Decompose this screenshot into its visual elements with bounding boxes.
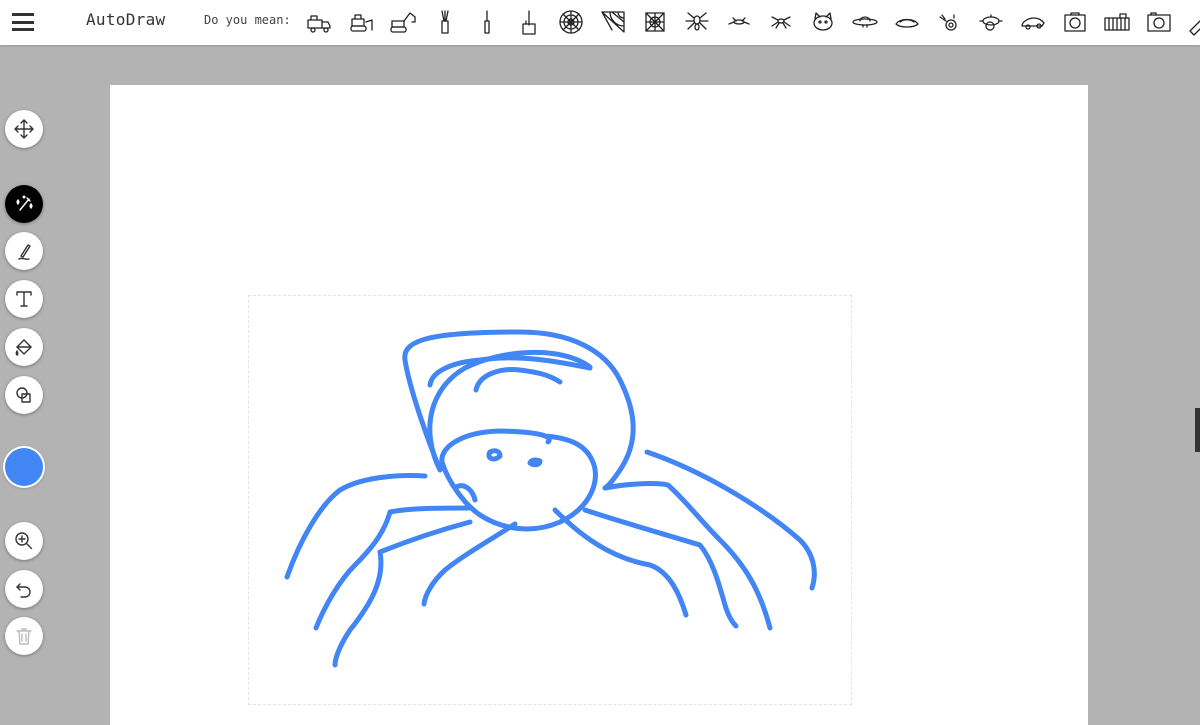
paint-bucket-icon bbox=[15, 339, 32, 356]
move-tool[interactable] bbox=[5, 110, 43, 148]
trash-icon bbox=[16, 628, 32, 645]
spider-web-small-icon[interactable] bbox=[636, 4, 674, 40]
move-icon bbox=[14, 119, 34, 139]
fill-tool[interactable] bbox=[5, 328, 43, 366]
undo-tool[interactable] bbox=[5, 570, 43, 608]
cat-face-icon[interactable] bbox=[804, 4, 842, 40]
camera-vintage-icon[interactable] bbox=[930, 4, 968, 40]
type-tool[interactable] bbox=[5, 280, 43, 318]
scrollbar-handle[interactable] bbox=[1195, 408, 1200, 452]
car-icon[interactable] bbox=[1014, 4, 1052, 40]
zoom-tool[interactable] bbox=[5, 522, 43, 560]
paint-brush-icon[interactable] bbox=[1180, 4, 1200, 40]
camera-icon[interactable] bbox=[1056, 4, 1094, 40]
building-icon[interactable] bbox=[1098, 4, 1136, 40]
cannon-icon[interactable] bbox=[972, 4, 1010, 40]
flying-saucer-icon[interactable] bbox=[846, 4, 884, 40]
spider-small-icon[interactable] bbox=[762, 4, 800, 40]
draw-tool[interactable] bbox=[5, 232, 43, 270]
toy-truck-icon[interactable] bbox=[300, 4, 338, 40]
pen-icon[interactable] bbox=[468, 4, 506, 40]
spider-icon[interactable] bbox=[678, 4, 716, 40]
zoom-in-icon bbox=[15, 532, 33, 550]
hat-icon[interactable] bbox=[888, 4, 926, 40]
top-bar: AutoDraw Do you mean: bbox=[0, 0, 1200, 45]
autodraw-sparkle-icon bbox=[16, 195, 33, 211]
suggestion-label: Do you mean: bbox=[204, 13, 291, 27]
brush-icon[interactable] bbox=[426, 4, 464, 40]
delete-tool[interactable] bbox=[5, 617, 43, 655]
bug-icon[interactable] bbox=[720, 4, 758, 40]
hamburger-menu-icon[interactable] bbox=[12, 11, 34, 33]
bulldozer-icon[interactable] bbox=[342, 4, 380, 40]
app-title: AutoDraw bbox=[86, 10, 166, 29]
autodraw-tool[interactable] bbox=[5, 185, 43, 223]
pencil-icon bbox=[18, 244, 31, 260]
text-icon bbox=[16, 291, 32, 307]
shape-tool[interactable] bbox=[5, 376, 43, 414]
spider-web-icon[interactable] bbox=[552, 4, 590, 40]
selection-box bbox=[248, 295, 852, 705]
shapes-icon bbox=[16, 387, 31, 403]
color-picker-swatch[interactable] bbox=[5, 448, 43, 486]
suggestion-strip bbox=[300, 4, 1200, 40]
photo-camera-icon[interactable] bbox=[1140, 4, 1178, 40]
excavator-icon[interactable] bbox=[384, 4, 422, 40]
tool-icon[interactable] bbox=[510, 4, 548, 40]
spider-web-corner-icon[interactable] bbox=[594, 4, 632, 40]
undo-icon bbox=[16, 583, 31, 598]
